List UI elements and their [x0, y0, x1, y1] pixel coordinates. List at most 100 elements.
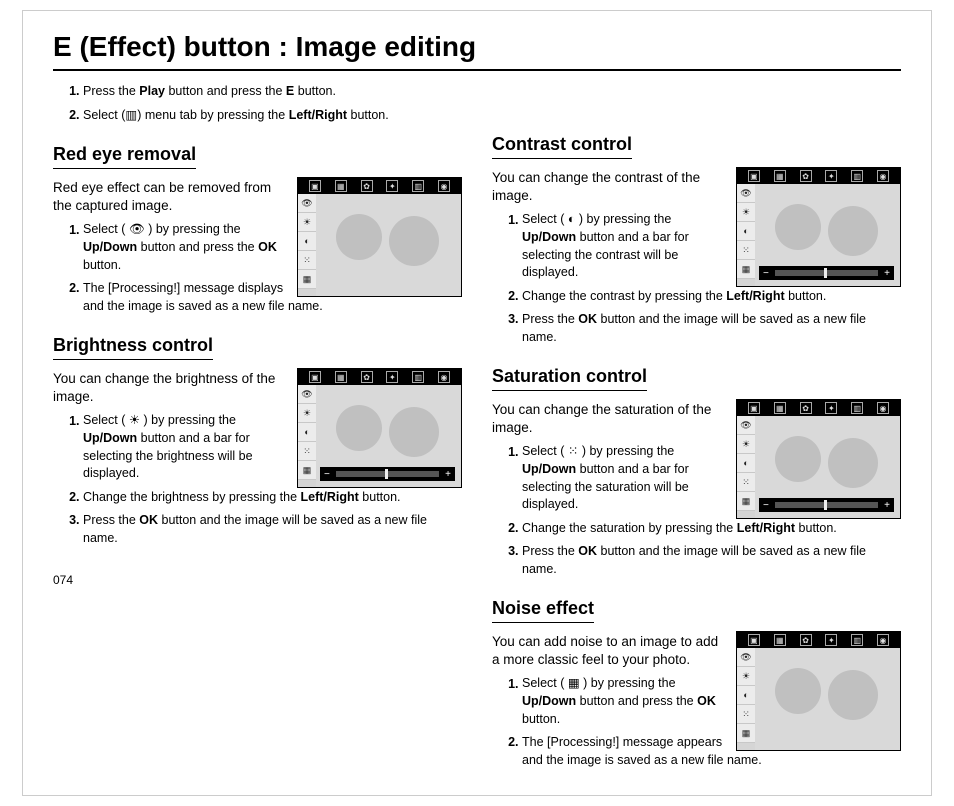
side-eye-icon: 👁 [737, 184, 755, 203]
heading-saturation: Saturation control [492, 366, 647, 391]
heading-noise: Noise effect [492, 598, 594, 623]
intro-steps: Press the Play button and press the E bu… [53, 83, 483, 124]
screenshot-red-eye: ▣ ▦ ✿ ✦ ▥ ◉ 👁 ☀ ◐ ⁙ [297, 177, 462, 297]
tab-icon: ▣ [748, 634, 760, 646]
tab-icon: ▥ [851, 402, 863, 414]
eye-icon: 👁 [129, 221, 145, 239]
side-sat-icon: ⁙ [737, 241, 755, 260]
saturation-step-3: Press the OK button and the image will b… [522, 543, 901, 578]
left-column: Red eye removal ▣ ▦ ✿ ✦ ▥ ◉ [53, 130, 462, 775]
side-sat-icon: ⁙ [737, 473, 755, 492]
intro-step-1: Press the Play button and press the E bu… [83, 83, 483, 101]
side-noise-icon: ▦ [737, 492, 755, 511]
tab-icon: ◉ [877, 402, 889, 414]
section-red-eye: Red eye removal ▣ ▦ ✿ ✦ ▥ ◉ [53, 130, 462, 321]
side-contrast-icon: ◐ [298, 423, 316, 442]
side-noise-icon: ▦ [737, 260, 755, 279]
side-sat-icon: ⁙ [298, 251, 316, 270]
tab-icon: ▥ [851, 170, 863, 182]
contrast-slider: − + [759, 266, 894, 280]
menu-tab-icon: ▥ [125, 107, 137, 125]
tab-icon: ▣ [309, 371, 321, 383]
plus-icon: + [884, 268, 890, 279]
tab-icon: ✿ [800, 170, 812, 182]
tab-icon: ✦ [825, 170, 837, 182]
side-contrast-icon: ◐ [737, 222, 755, 241]
tab-icon: ▣ [748, 402, 760, 414]
side-sat-icon: ⁙ [298, 442, 316, 461]
tab-icon: ◉ [438, 371, 450, 383]
tab-icon: ▦ [774, 170, 786, 182]
tab-icon: ✦ [825, 402, 837, 414]
tab-icon: ✦ [825, 634, 837, 646]
side-sun-icon: ☀ [737, 435, 755, 454]
tab-icon: ✿ [361, 180, 373, 192]
manual-page: E (Effect) button : Image editing Press … [22, 10, 932, 796]
heading-contrast: Contrast control [492, 134, 632, 159]
side-sun-icon: ☀ [298, 213, 316, 232]
heading-brightness: Brightness control [53, 335, 213, 360]
tab-icon: ▦ [774, 634, 786, 646]
tab-icon: ◉ [877, 634, 889, 646]
plus-icon: + [884, 500, 890, 511]
tab-icon: ▦ [335, 371, 347, 383]
brightness-step-3: Press the OK button and the image will b… [83, 512, 462, 547]
tab-icon: ▥ [412, 371, 424, 383]
saturation-slider: − + [759, 498, 894, 512]
tab-icon: ✿ [800, 402, 812, 414]
section-saturation: Saturation control ▣ ▦ ✿ ✦ ▥ ◉ [492, 352, 901, 584]
tab-icon: ◉ [438, 180, 450, 192]
screenshot-contrast: ▣ ▦ ✿ ✦ ▥ ◉ 👁 ☀ ◐ ⁙ [736, 167, 901, 287]
contrast-step-3: Press the OK button and the image will b… [522, 311, 901, 346]
side-eye-icon: 👁 [737, 416, 755, 435]
section-contrast: Contrast control ▣ ▦ ✿ ✦ ▥ ◉ [492, 120, 901, 352]
side-eye-icon: 👁 [737, 648, 755, 667]
side-sun-icon: ☀ [737, 203, 755, 222]
tab-icon: ▣ [309, 180, 321, 192]
sun-icon: ☀ [129, 412, 140, 430]
contrast-step-2: Change the contrast by pressing the Left… [522, 288, 901, 306]
page-title: E (Effect) button : Image editing [53, 31, 901, 71]
tab-icon: ✿ [800, 634, 812, 646]
screenshot-saturation: ▣ ▦ ✿ ✦ ▥ ◉ 👁 ☀ ◐ ⁙ [736, 399, 901, 519]
tab-icon: ▣ [748, 170, 760, 182]
side-eye-icon: 👁 [298, 385, 316, 404]
tab-icon: ✦ [386, 180, 398, 192]
tab-icon: ▥ [412, 180, 424, 192]
minus-icon: − [324, 469, 330, 480]
noise-icon: ▦ [568, 675, 580, 693]
heading-red-eye: Red eye removal [53, 144, 196, 169]
side-noise-icon: ▦ [298, 461, 316, 480]
side-noise-icon: ▦ [298, 270, 316, 289]
section-brightness: Brightness control ▣ ▦ ✿ ✦ ▥ ◉ [53, 321, 462, 553]
side-sun-icon: ☀ [737, 667, 755, 686]
tab-icon: ◉ [877, 170, 889, 182]
preview-photo [316, 194, 461, 296]
saturation-step-2: Change the saturation by pressing the Le… [522, 520, 901, 538]
right-column: Contrast control ▣ ▦ ✿ ✦ ▥ ◉ [492, 130, 901, 775]
side-contrast-icon: ◐ [737, 454, 755, 473]
side-contrast-icon: ◐ [298, 232, 316, 251]
tab-icon: ▦ [335, 180, 347, 192]
side-noise-icon: ▦ [737, 724, 755, 743]
minus-icon: − [763, 268, 769, 279]
side-contrast-icon: ◐ [737, 686, 755, 705]
page-number: 074 [53, 573, 462, 587]
section-noise: Noise effect ▣ ▦ ✿ ✦ ▥ ◉ � [492, 584, 901, 775]
preview-photo [755, 648, 900, 750]
plus-icon: + [445, 469, 451, 480]
tab-icon: ▦ [774, 402, 786, 414]
minus-icon: − [763, 500, 769, 511]
tab-icon: ✦ [386, 371, 398, 383]
screenshot-brightness: ▣ ▦ ✿ ✦ ▥ ◉ 👁 ☀ ◐ ⁙ [297, 368, 462, 488]
side-sat-icon: ⁙ [737, 705, 755, 724]
tab-icon: ▥ [851, 634, 863, 646]
brightness-step-2: Change the brightness by pressing the Le… [83, 489, 462, 507]
intro-step-2: Select (▥) menu tab by pressing the Left… [83, 107, 483, 125]
screenshot-noise: ▣ ▦ ✿ ✦ ▥ ◉ 👁 ☀ ◐ ⁙ [736, 631, 901, 751]
side-sun-icon: ☀ [298, 404, 316, 423]
dots-icon: ⁙ [568, 443, 578, 461]
brightness-slider: − + [320, 467, 455, 481]
side-eye-icon: 👁 [298, 194, 316, 213]
tab-icon: ✿ [361, 371, 373, 383]
